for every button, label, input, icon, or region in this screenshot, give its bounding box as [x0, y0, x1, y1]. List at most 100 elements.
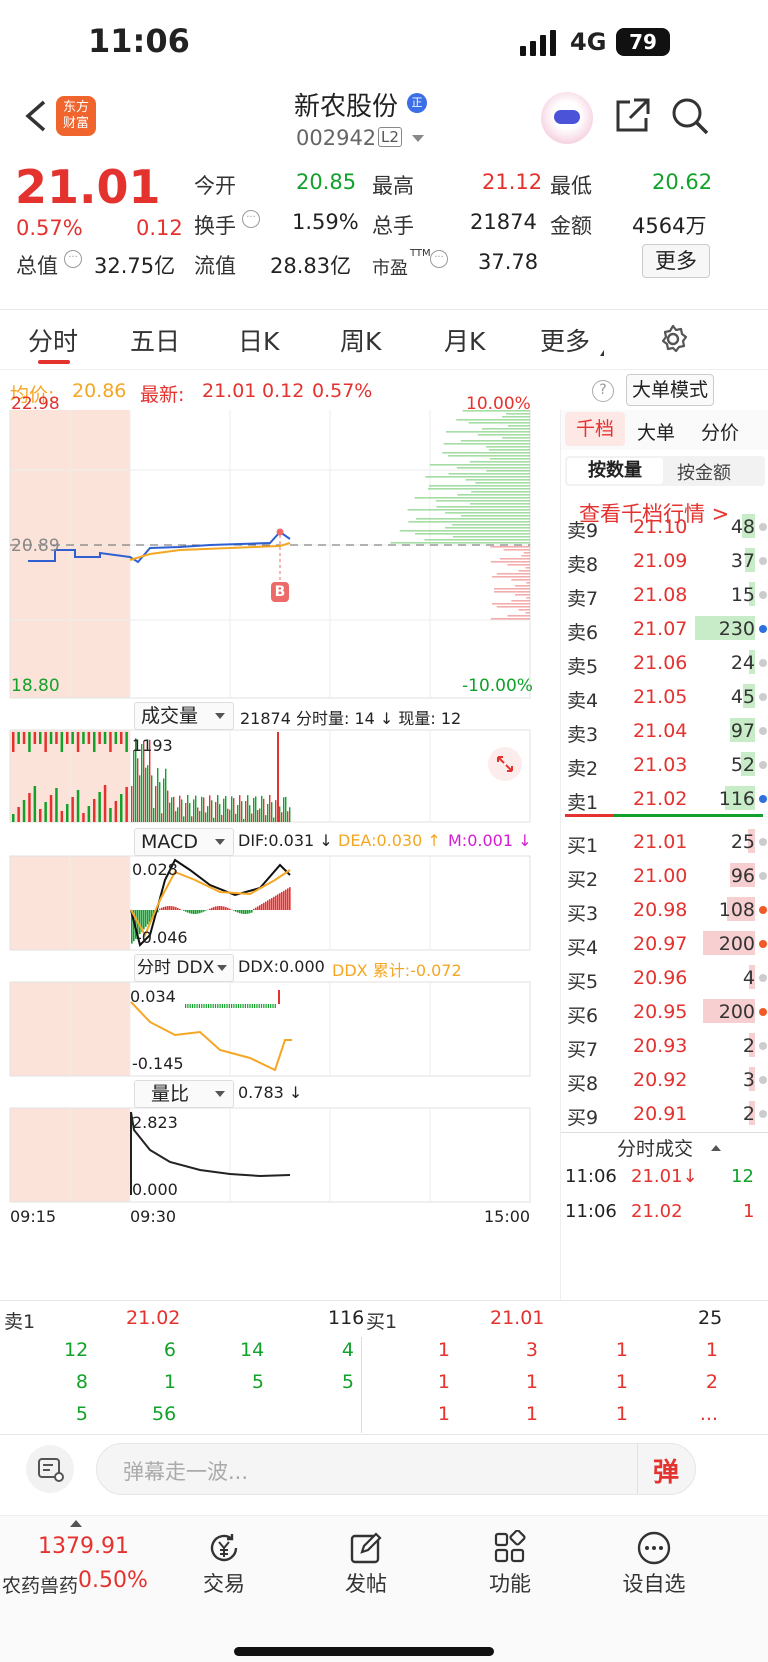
share-icon[interactable] — [612, 96, 652, 140]
tab-five-day[interactable]: 五日 — [130, 322, 180, 358]
app-logo[interactable]: 东方 财富 — [56, 96, 96, 136]
danmu-input[interactable]: 弹幕走一波... 弹 — [96, 1443, 696, 1495]
bid-level-row[interactable]: 买2 21.00 96 — [561, 859, 768, 893]
ddx-indicator-select[interactable]: 分时 DDX — [134, 954, 234, 982]
sector-name[interactable]: 农药兽药 — [2, 1571, 78, 1598]
level-dot — [759, 727, 767, 735]
bid-level-row[interactable]: 买9 20.91 2 — [561, 1097, 768, 1131]
ddx-bar — [226, 1004, 228, 1008]
back-icon[interactable] — [22, 98, 52, 134]
danmu-settings-icon[interactable] — [26, 1445, 74, 1493]
bid-level-row[interactable]: 买4 20.97 200 — [561, 927, 768, 961]
last-price-label: 最新: — [140, 384, 185, 406]
macd-bar — [177, 907, 179, 910]
volume-indicator-select[interactable]: 成交量 — [134, 702, 234, 730]
volume-bar — [211, 800, 213, 822]
macd-bar — [143, 910, 145, 930]
volume-bar — [241, 801, 243, 822]
volume-bar — [33, 732, 37, 744]
volume-bar — [195, 795, 197, 822]
nav-functions[interactable]: 功能 — [450, 1526, 570, 1598]
tab-price-dist[interactable]: 分价 — [701, 418, 739, 445]
info-icon[interactable]: ··· — [430, 250, 448, 268]
nav-add-watchlist[interactable]: 设自选 — [594, 1526, 714, 1598]
ask-level-row[interactable]: 卖2 21.03 52 — [561, 748, 768, 782]
tab-depth[interactable]: 千档 — [565, 412, 625, 446]
ask-level-row[interactable]: 卖9 21.10 48 — [561, 510, 768, 544]
info-icon[interactable]: ··· — [242, 210, 260, 228]
dropdown-arrow-icon — [215, 1091, 225, 1097]
subtab-by-quantity[interactable]: 按数量 — [567, 458, 663, 484]
level-label: 卖7 — [567, 588, 599, 610]
code-dropdown-icon[interactable] — [412, 135, 424, 142]
macd-indicator-select[interactable]: MACD — [134, 828, 234, 856]
pct-axis-bottom-label: -10.00% — [462, 676, 533, 696]
bid-level-row[interactable]: 买3 20.98 108 — [561, 893, 768, 927]
macd-bar — [215, 906, 217, 910]
ddx-bar — [194, 1004, 196, 1008]
macd-bar — [201, 910, 203, 913]
bid-level-row[interactable]: 买8 20.92 3 — [561, 1063, 768, 1097]
subtab-by-amount[interactable]: 按金额 — [677, 459, 731, 485]
tick-trades-title[interactable]: 分时成交 — [617, 1134, 693, 1161]
expand-icon[interactable] — [488, 747, 522, 781]
volume-bar — [60, 811, 64, 822]
volume-bar — [125, 787, 128, 822]
ask-level-row[interactable]: 卖1 21.02 116 — [561, 782, 768, 816]
level-volume: 97 — [730, 720, 755, 742]
trade-price: 21.02 — [631, 1201, 683, 1222]
tab-large-order[interactable]: 大单 — [637, 418, 675, 445]
macd-bar — [219, 906, 221, 910]
volume-bar — [279, 806, 281, 822]
volume-bar — [12, 732, 15, 752]
ask-level-row[interactable]: 卖7 21.08 15 — [561, 578, 768, 612]
dropdown-arrow-icon — [217, 965, 227, 971]
volume-bar — [44, 802, 47, 822]
nav-trade[interactable]: 交易 — [164, 1526, 284, 1598]
ask-level-row[interactable]: 卖3 21.04 97 — [561, 714, 768, 748]
info-icon[interactable]: ··· — [64, 250, 82, 268]
search-icon[interactable] — [670, 96, 710, 140]
nav-post[interactable]: 发帖 — [306, 1526, 426, 1598]
ask-level-row[interactable]: 卖8 21.09 37 — [561, 544, 768, 578]
ask-level-row[interactable]: 卖5 21.06 24 — [561, 646, 768, 680]
robot-avatar-icon[interactable] — [541, 92, 593, 144]
tab-more[interactable]: 更多 — [540, 322, 590, 358]
level-badge[interactable]: L2 — [378, 127, 402, 147]
volume-bar — [281, 812, 283, 822]
ask-level-row[interactable]: 卖6 21.07 230 — [561, 612, 768, 646]
macd-bar — [277, 894, 279, 910]
large-order-mode-button[interactable]: 大单模式 — [626, 374, 714, 406]
help-icon[interactable]: ? — [592, 380, 614, 402]
tab-monthly-k[interactable]: 月K — [444, 322, 485, 358]
tab-intraday[interactable]: 分时 — [28, 322, 78, 358]
stock-code: 002942 — [296, 126, 377, 150]
volume-bar — [271, 802, 273, 822]
volume-bar — [87, 732, 91, 744]
last-price: 21.01 — [15, 160, 161, 214]
bid-level-row[interactable]: 买5 20.96 4 — [561, 961, 768, 995]
ask-level-row[interactable]: 卖4 21.05 45 — [561, 680, 768, 714]
queue-bid-cell: 1 — [437, 1371, 450, 1393]
bid-level-row[interactable]: 买6 20.95 200 — [561, 995, 768, 1029]
quote-label-volume: 总手 — [372, 214, 414, 238]
bid-level-row[interactable]: 买1 21.01 25 — [561, 825, 768, 859]
network-label: 4G — [570, 28, 607, 56]
macd-bar — [169, 906, 171, 910]
sector-index[interactable]: 1379.91 — [38, 1534, 129, 1559]
level-price: 21.03 — [633, 754, 688, 776]
depth-bar — [448, 473, 530, 475]
depth-bar — [507, 615, 530, 617]
tab-daily-k[interactable]: 日K — [238, 322, 279, 358]
danmu-send-button[interactable]: 弹 — [653, 1452, 679, 1489]
volume-bar — [17, 732, 20, 744]
more-button[interactable]: 更多 — [642, 244, 710, 278]
volume-bar — [229, 809, 231, 822]
settings-gear-icon[interactable] — [658, 324, 688, 358]
volume-ratio-select[interactable]: 量比 — [134, 1080, 234, 1108]
macd-bar — [251, 910, 253, 913]
buy-signal-marker[interactable]: B — [271, 582, 289, 602]
tab-weekly-k[interactable]: 周K — [340, 322, 381, 358]
bid-level-row[interactable]: 买7 20.93 2 — [561, 1029, 768, 1063]
depth-bar — [465, 479, 530, 481]
